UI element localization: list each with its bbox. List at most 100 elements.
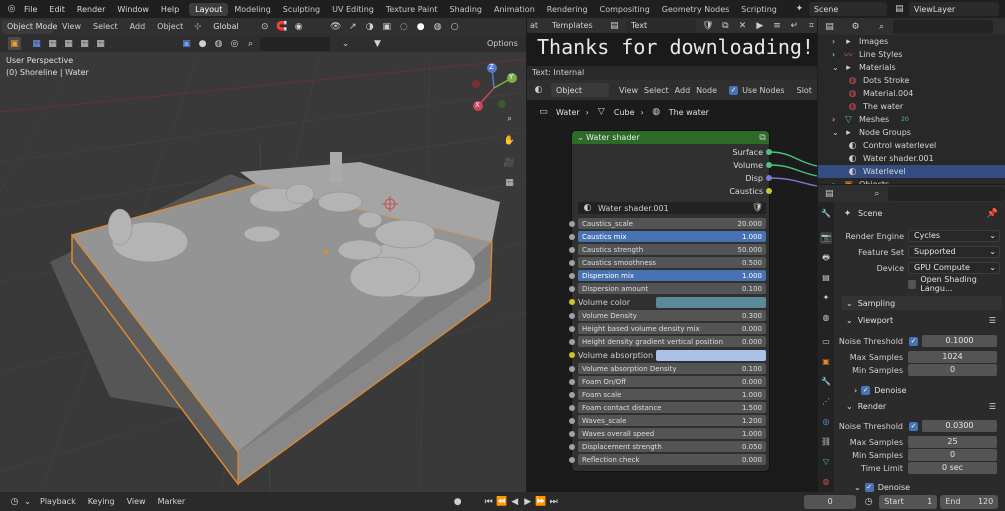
input-foam-contact-distance[interactable]: Foam contact distance 1.500 (578, 402, 766, 413)
collection-tab-icon[interactable]: ▭ (820, 336, 832, 348)
transform-orientation-icon[interactable]: ⊹ (191, 20, 204, 33)
render-min-samples-field[interactable]: 0 (908, 449, 997, 461)
node-title[interactable]: Water shader (572, 131, 769, 144)
input-caustics-smoothness[interactable]: Caustics smoothness 0.500 (578, 257, 766, 268)
jump-start-icon[interactable]: ⏮ (482, 495, 495, 508)
outliner-item[interactable]: › ▸ Images (818, 35, 1005, 48)
viewport-noise-threshold-field[interactable]: 0.1000 (922, 335, 997, 347)
input-socket[interactable] (569, 326, 575, 332)
shading-material-icon[interactable]: ◍ (431, 20, 444, 33)
next-keyframe-icon[interactable]: ⏩ (534, 495, 547, 508)
view-layer-tab-icon[interactable]: ▤ (820, 272, 832, 284)
viewport-search-icon[interactable]: ⌕ (244, 37, 257, 50)
render-noise-threshold-checkbox[interactable]: ✓ (909, 422, 918, 431)
gizmo-toggle-icon[interactable]: ↗ (346, 20, 359, 33)
input-height-gradient[interactable]: Height density gradient vertical positio… (578, 336, 766, 347)
socket-volume[interactable] (766, 162, 772, 168)
viewport-menu-view[interactable]: View (58, 22, 85, 31)
overlay-toggle-icon[interactable]: ◑ (363, 20, 376, 33)
menu-edit[interactable]: Edit (43, 5, 71, 14)
line-numbers-icon[interactable]: ≡ (771, 19, 782, 32)
node-editor[interactable]: ◐ Object View Select Add Node ✓ Use Nodes… (527, 80, 817, 492)
viewport-search-field[interactable] (260, 36, 330, 51)
input-caustics-mix[interactable]: Caustics mix 1.000 (578, 231, 766, 242)
viewport-options-button[interactable]: Options (487, 39, 518, 48)
outliner-item[interactable]: ◐ Waterlevel (818, 165, 1005, 178)
expand-chevron-icon[interactable]: › (832, 37, 842, 46)
transform-orientation-dropdown[interactable]: Global (208, 19, 255, 34)
input-socket-color[interactable] (569, 352, 575, 358)
tab-layout[interactable]: Layout (189, 2, 229, 16)
timeline-menu-playback[interactable]: Playback (34, 497, 82, 506)
select-tool-icon[interactable]: ▣ (8, 37, 21, 50)
timeline-menu-keying[interactable]: Keying (82, 497, 121, 506)
input-volume-color[interactable]: Volume color (578, 296, 766, 308)
select-extend-icon[interactable]: ▦ (46, 37, 59, 50)
input-height-volume-mix[interactable]: Height based volume density mix 0.000 (578, 323, 766, 334)
outliner-search-field[interactable] (893, 19, 993, 34)
socket-caustics[interactable] (766, 188, 772, 194)
play-icon[interactable]: ▶ (521, 495, 534, 508)
pan-hand-icon[interactable]: ✋ (503, 134, 516, 147)
input-dispersion-mix[interactable]: Dispersion mix 1.000 (578, 270, 766, 281)
viewport-subpanel-header[interactable]: ⌄ Viewport ☰ (846, 313, 996, 327)
input-socket[interactable] (569, 234, 575, 240)
outliner-item[interactable]: › 〰 Line Styles (818, 48, 1005, 61)
socket-disp[interactable] (766, 175, 772, 181)
editor-clock-icon[interactable]: ◷ (8, 495, 21, 508)
new-text-icon[interactable]: ⧉ (720, 19, 731, 32)
outliner-item[interactable]: ›▣ Objects (818, 178, 1005, 185)
timeline-menu-view[interactable]: View (121, 497, 152, 506)
viewport-menu-object[interactable]: Object (153, 22, 187, 31)
blender-logo-icon[interactable]: ◎ (5, 3, 18, 16)
viewport-noise-threshold-checkbox[interactable]: ✓ (909, 337, 918, 346)
input-socket[interactable] (569, 260, 575, 266)
viewport-shading-matcap-icon[interactable]: ◍ (212, 37, 225, 50)
input-socket[interactable] (569, 444, 575, 450)
text-editor-menu-at[interactable]: at (530, 21, 538, 30)
input-socket[interactable] (569, 392, 575, 398)
filter-icon[interactable]: ▼ (371, 37, 384, 50)
input-socket[interactable] (569, 286, 575, 292)
input-dispersion-amount[interactable]: Dispersion amount 0.100 (578, 283, 766, 294)
menu-file[interactable]: File (18, 5, 43, 14)
properties-editor[interactable]: ▤ ⌕ 🔧 📷 🖶 ▤ ✦ ◍ ▭ ▣ 🔧 ⋰ ◎ ⛓ ▽ ◍ ✦ Scene … (818, 185, 1005, 492)
shading-rendered-icon[interactable]: ○ (448, 20, 461, 33)
render-subpanel-header[interactable]: ⌄ Render ☰ (846, 399, 996, 413)
scene-tab-icon[interactable]: ✦ (820, 292, 832, 304)
particles-tab-icon[interactable]: ⋰ (820, 396, 832, 408)
editor-type-icon[interactable]: ◐ (532, 84, 545, 97)
data-tab-icon[interactable]: ▽ (820, 456, 832, 468)
input-socket[interactable] (569, 405, 575, 411)
material-tab-icon[interactable]: ◍ (820, 476, 832, 488)
viewport-menu-select[interactable]: Select (89, 22, 122, 31)
current-frame-field[interactable]: 0 (804, 494, 857, 509)
viewport-denoise-subpanel[interactable]: › ✓ Denoise (854, 383, 907, 397)
tab-shading[interactable]: Shading (443, 3, 488, 16)
text-editor[interactable]: at Templates ▤ Text 🛡 ⧉ ✕ ▶ ≡ ↵ ⌗ Thanks… (527, 18, 817, 80)
slot-dropdown[interactable]: Slot (797, 86, 812, 95)
tab-sculpting[interactable]: Sculpting (277, 3, 326, 16)
input-waves-scale[interactable]: Waves_scale 1.200 (578, 415, 766, 426)
node-group-selector[interactable]: ◐ Water shader.001 🛡 (578, 202, 766, 214)
select-invert-icon[interactable]: ▦ (78, 37, 91, 50)
shading-solid-icon[interactable]: ● (414, 20, 427, 33)
outliner-item[interactable]: › ▽ Meshes 20 (818, 113, 1005, 126)
snap-icon[interactable]: 🧲 (275, 20, 288, 33)
outliner-item[interactable]: ◐ Water shader.001 (818, 152, 1005, 165)
expand-chevron-icon[interactable]: › (832, 180, 842, 184)
tab-uv-editing[interactable]: UV Editing (326, 3, 380, 16)
play-reverse-icon[interactable]: ◀ (508, 495, 521, 508)
zoom-icon[interactable]: ⌕ (503, 112, 516, 125)
viewport-max-samples-field[interactable]: 1024 (908, 351, 997, 363)
world-tab-icon[interactable]: ◍ (820, 312, 832, 324)
select-subtract-icon[interactable]: ▦ (62, 37, 75, 50)
3d-viewport[interactable]: Object Mode View Select Add Object ⊹ Glo… (0, 18, 526, 492)
select-intersect-icon[interactable]: ▦ (94, 37, 107, 50)
tab-rendering[interactable]: Rendering (541, 3, 594, 16)
syntax-icon[interactable]: ⌗ (806, 19, 817, 32)
text-editor-templates-menu[interactable]: Templates (552, 21, 593, 30)
modifier-tab-icon[interactable]: 🔧 (820, 376, 832, 388)
water-shader-node[interactable]: Water shader ⧉ ⌄ Surface Volume Disp Cau… (569, 131, 772, 471)
camera-icon[interactable]: 🎥 (503, 156, 516, 169)
